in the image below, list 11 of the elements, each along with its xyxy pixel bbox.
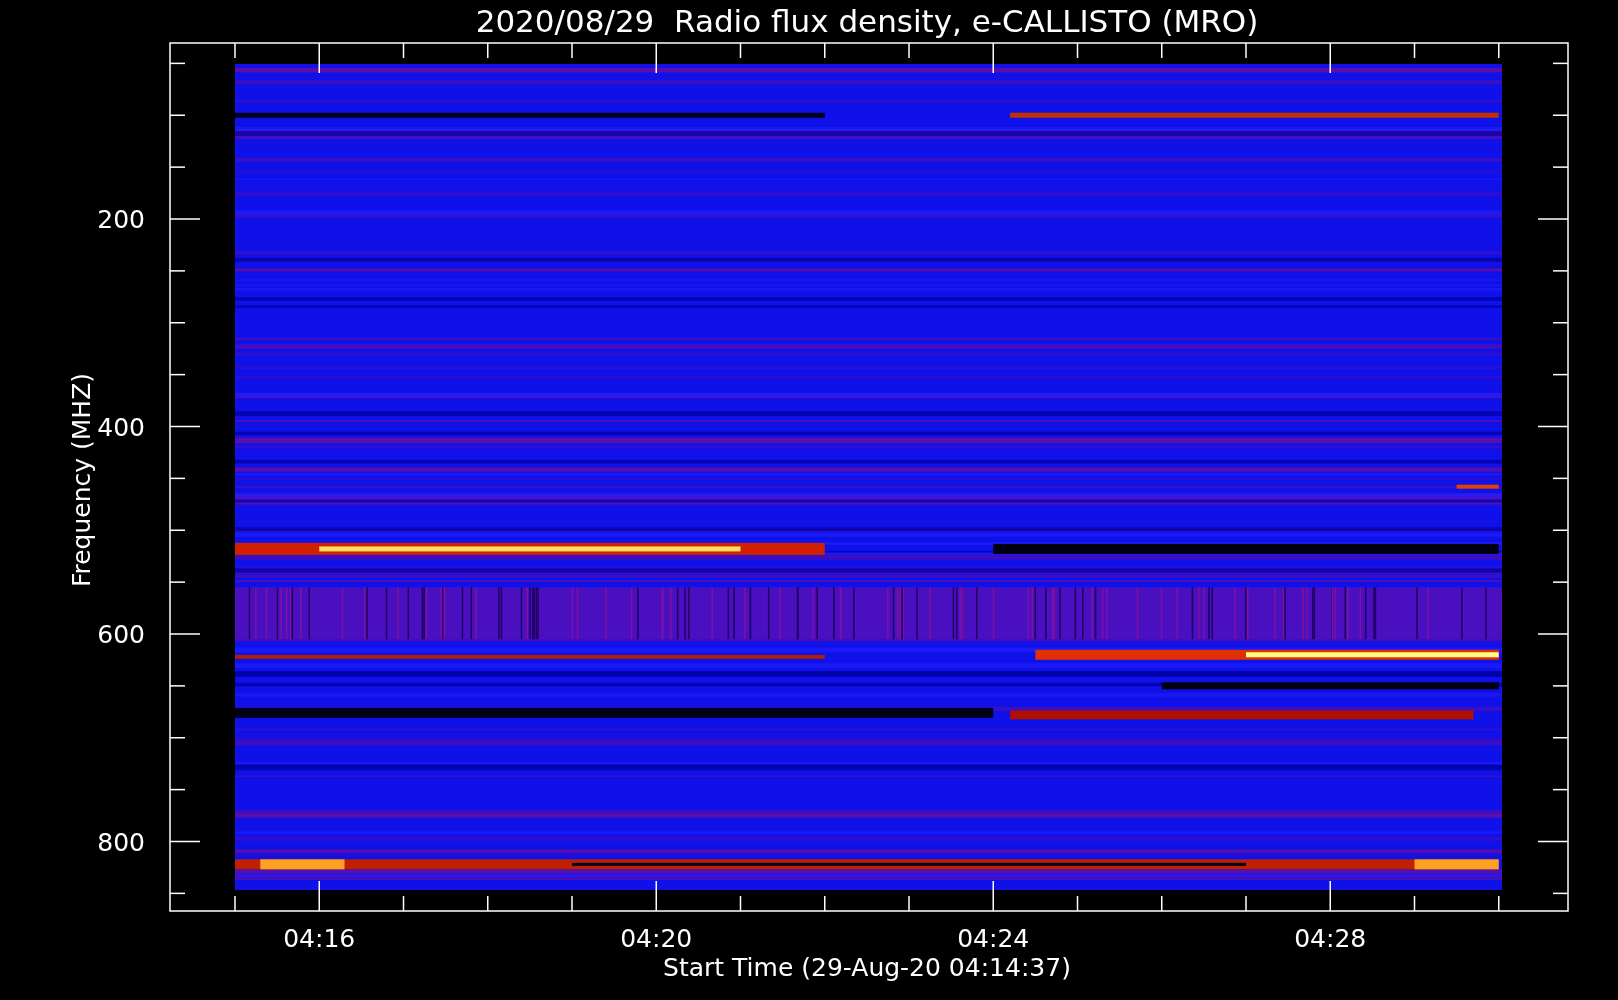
y-axis-label: Frequency (MHZ) [67,372,96,588]
y-tick-label: 200 [97,205,145,234]
y-tick-label: 400 [97,412,145,442]
y-tick-label: 800 [97,827,145,857]
x-tick-label: 04:16 [283,924,356,953]
chart-title: 2020/08/29 Radio flux density, e-CALLISTO (MRO) [475,3,1259,39]
x-axis-label: Start Time (29-Aug-20 04:14:37) [663,953,1071,982]
y-tick-label: 600 [97,620,145,649]
x-tick-label: 04:20 [620,924,693,953]
x-tick-label: 04:24 [957,924,1030,953]
x-tick-label: 04:28 [1294,924,1367,953]
